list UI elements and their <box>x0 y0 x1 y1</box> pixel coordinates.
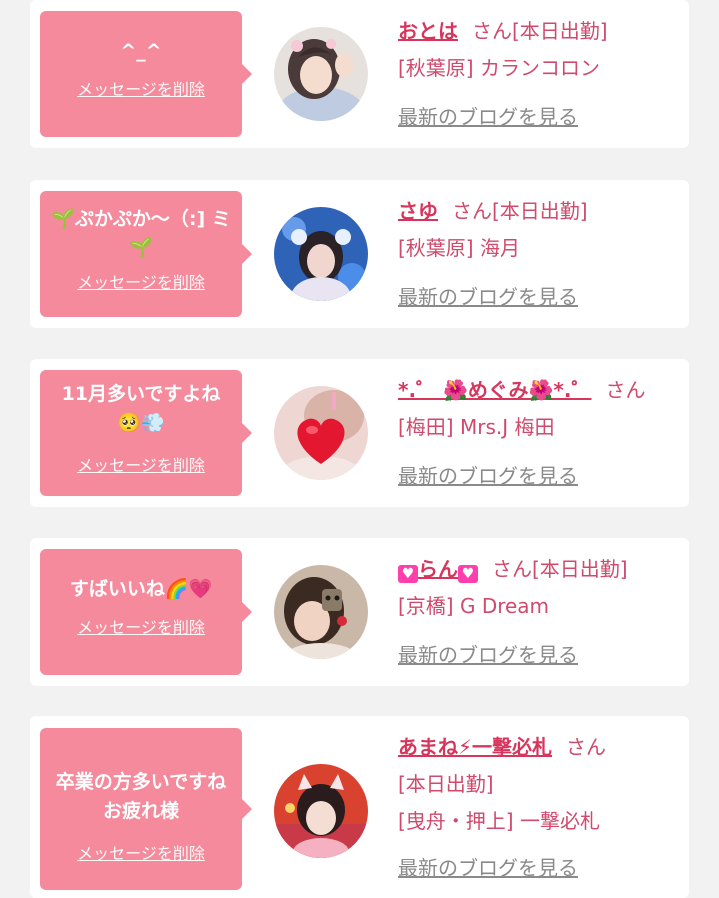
honorific: さん <box>566 735 607 759</box>
status-text: [本日出勤] <box>512 19 608 43</box>
status-text: [本日出勤] <box>532 557 628 581</box>
latest-blog-link[interactable]: 最新のブログを見る <box>398 643 578 667</box>
name-line: *.゜ 🌺めぐみ🌺*.゜ さん <box>398 372 681 409</box>
message-text: すばいいね🌈💗 <box>69 578 213 600</box>
name-line: ♥ らん ♥ さん[本日出勤] <box>398 551 681 588</box>
name-line: おとは さん[本日出勤] <box>398 13 681 50</box>
cast-name-link[interactable]: さゆ <box>398 199 438 223</box>
delete-message-link[interactable]: メッセージを削除 <box>50 269 232 293</box>
avatar-photo <box>274 764 368 858</box>
latest-blog-link[interactable]: 最新のブログを見る <box>398 464 578 488</box>
heart-icon: ♥ <box>458 565 478 583</box>
favorites-list: ^_^ メッセージを削除 おとは さん[本日出勤] [秋葉原] カランコロン 最新… <box>0 0 719 898</box>
cast-info: ♥ らん ♥ さん[本日出勤] [京橋] G Dream 最新のブログを見る <box>398 551 681 674</box>
cast-name-link[interactable]: *.゜ 🌺めぐみ🌺*.゜ <box>398 378 591 402</box>
latest-blog-link[interactable]: 最新のブログを見る <box>398 105 578 129</box>
status-text: [本日出勤] <box>398 772 494 796</box>
avatar[interactable] <box>274 386 368 480</box>
honorific: さん <box>605 378 646 402</box>
shop-text: [秋葉原] 海月 <box>398 236 520 260</box>
shop-text: [梅田] Mrs.J 梅田 <box>398 415 555 439</box>
cast-name-link[interactable]: あまね⚡一撃必札 <box>398 735 552 759</box>
delete-message-link[interactable]: メッセージを削除 <box>50 452 232 476</box>
avatar[interactable] <box>274 565 368 659</box>
latest-blog-link[interactable]: 最新のブログを見る <box>398 285 578 309</box>
cast-info: *.゜ 🌺めぐみ🌺*.゜ さん [梅田] Mrs.J 梅田 最新のブログを見る <box>398 372 681 495</box>
message-text: 🌱ぷかぷか〜（:] ミ🌱 <box>51 208 231 259</box>
message-bubble: 🌱ぷかぷか〜（:] ミ🌱 メッセージを削除 <box>40 191 252 317</box>
avatar[interactable] <box>274 764 368 858</box>
delete-message-link[interactable]: メッセージを削除 <box>50 840 232 864</box>
delete-message-link[interactable]: メッセージを削除 <box>50 614 232 638</box>
cast-info: あまね⚡一撃必札 さん [本日出勤] [曳舟・押上] 一撃必札 最新のブログを見る <box>398 729 681 887</box>
message-bubble: 卒業の方多いですねお疲れ様 メッセージを削除 <box>40 728 252 890</box>
honorific: さん <box>452 199 492 223</box>
name-line: さゆ さん[本日出勤] <box>398 193 681 230</box>
avatar-photo <box>274 27 368 121</box>
name-line: あまね⚡一撃必札 さん <box>398 729 681 766</box>
message-text: 卒業の方多いですねお疲れ様 <box>55 771 227 822</box>
cast-info: さゆ さん[本日出勤] [秋葉原] 海月 最新のブログを見る <box>398 193 681 316</box>
avatar-photo <box>274 565 368 659</box>
list-item: 🌱ぷかぷか〜（:] ミ🌱 メッセージを削除 さゆ さん[本日出勤] [秋葉原] 海… <box>30 180 689 328</box>
latest-blog-link[interactable]: 最新のブログを見る <box>398 856 578 880</box>
avatar-photo <box>274 386 368 480</box>
list-item: 卒業の方多いですねお疲れ様 メッセージを削除 あまね⚡一撃必札 さん [本日出勤]… <box>30 716 689 898</box>
message-bubble: 11月多いですよね🥺💨 メッセージを削除 <box>40 370 252 496</box>
delete-message-link[interactable]: メッセージを削除 <box>50 76 232 100</box>
honorific: さん <box>472 19 512 43</box>
avatar[interactable] <box>274 207 368 301</box>
shop-text: [京橋] G Dream <box>398 594 550 618</box>
avatar-photo <box>274 207 368 301</box>
heart-icon: ♥ <box>398 565 418 583</box>
list-item: 11月多いですよね🥺💨 メッセージを削除 *.゜ 🌺めぐみ🌺*.゜ さん [梅田]… <box>30 359 689 507</box>
message-bubble: すばいいね🌈💗 メッセージを削除 <box>40 549 252 675</box>
list-item: ^_^ メッセージを削除 おとは さん[本日出勤] [秋葉原] カランコロン 最新… <box>30 0 689 148</box>
cast-name-link[interactable]: らん <box>418 557 458 581</box>
message-bubble: ^_^ メッセージを削除 <box>40 11 252 137</box>
shop-text: [秋葉原] カランコロン <box>398 56 600 80</box>
message-text: 11月多いですよね🥺💨 <box>61 383 221 434</box>
shop-text: [曳舟・押上] 一撃必札 <box>398 809 600 833</box>
honorific: さん <box>492 557 532 581</box>
avatar[interactable] <box>274 27 368 121</box>
list-item: すばいいね🌈💗 メッセージを削除 ♥ らん ♥ さん[本日出勤] [京橋] G Dre… <box>30 538 689 686</box>
status-text: [本日出勤] <box>492 199 588 223</box>
cast-info: おとは さん[本日出勤] [秋葉原] カランコロン 最新のブログを見る <box>398 13 681 136</box>
message-text: ^_^ <box>120 40 162 62</box>
cast-name-link[interactable]: おとは <box>398 19 458 43</box>
